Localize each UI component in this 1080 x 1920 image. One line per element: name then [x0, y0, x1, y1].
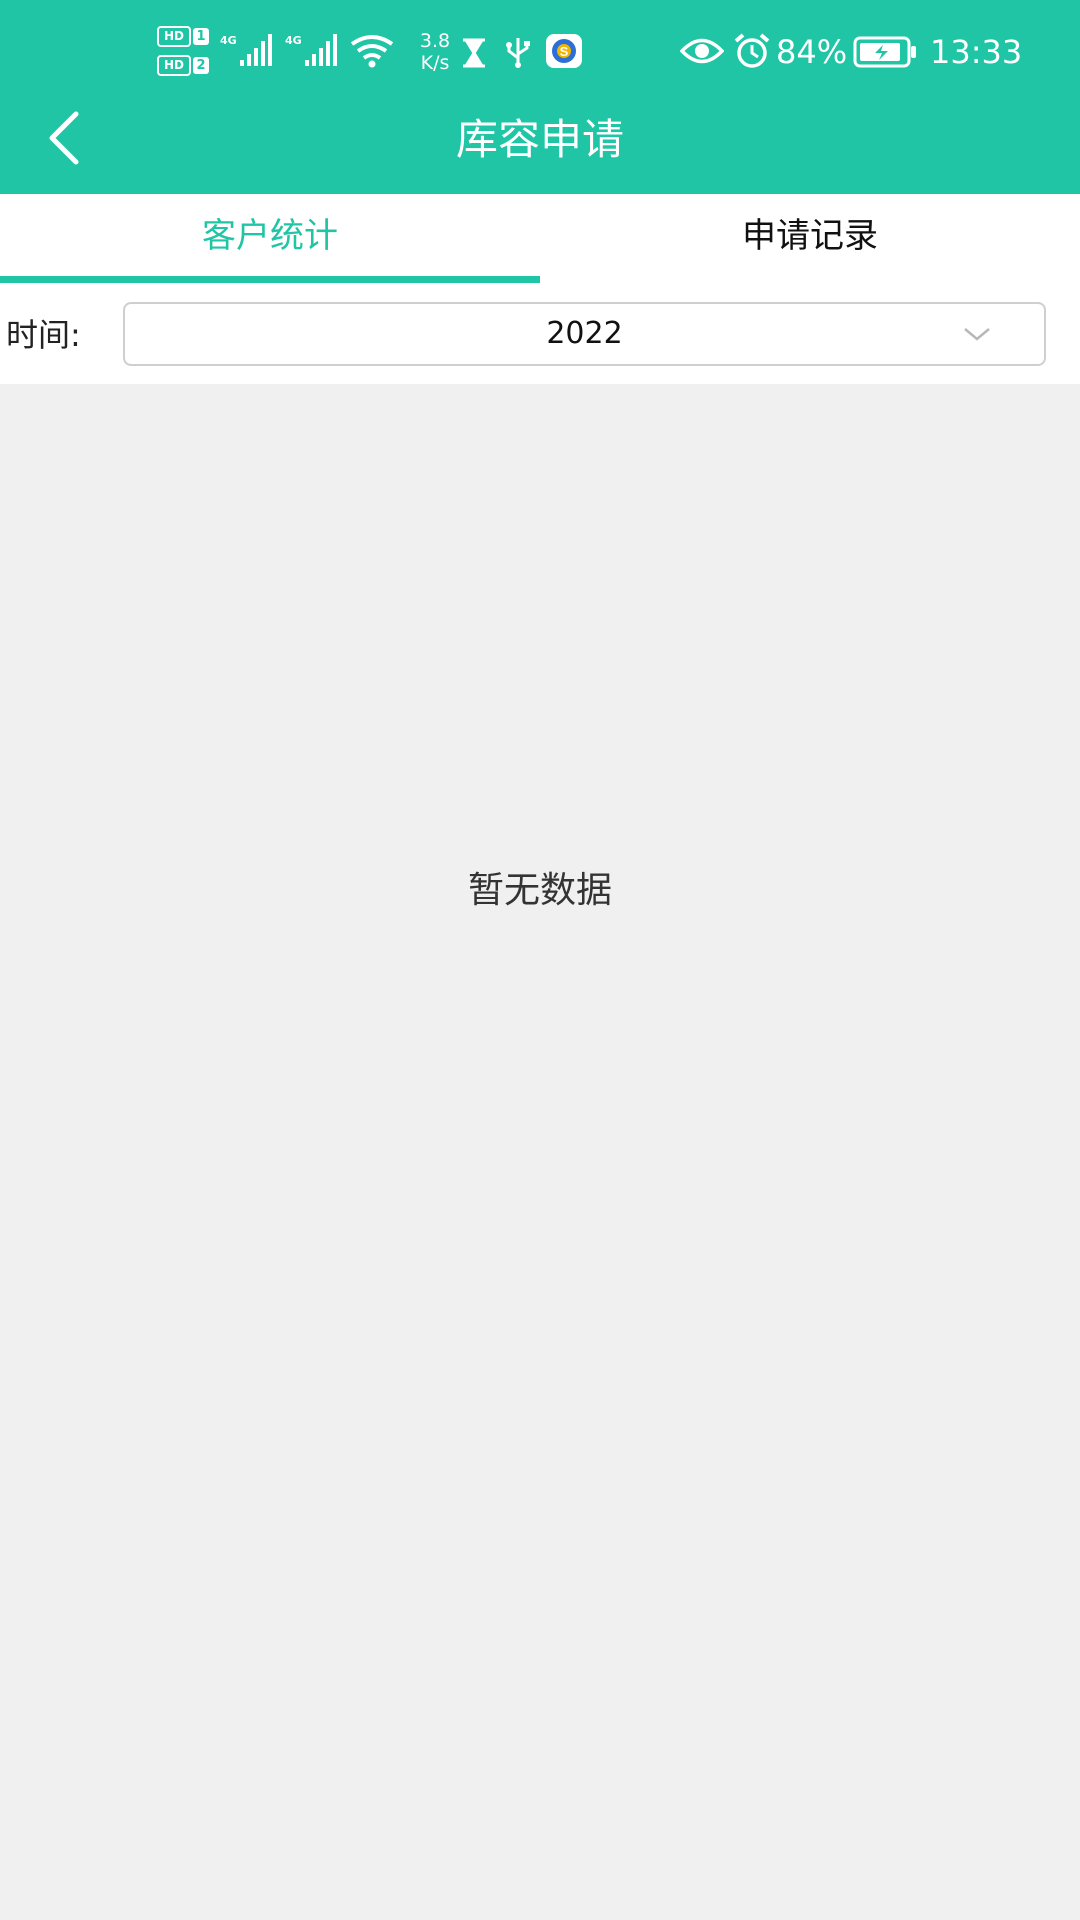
eye-icon	[680, 38, 724, 64]
tab-bar: 客户统计 申请记录	[0, 194, 1080, 286]
net-speed-unit: K/s	[420, 52, 450, 74]
signal-icon	[240, 34, 272, 66]
empty-state-text: 暂无数据	[467, 870, 612, 911]
battery-charging-icon	[853, 36, 916, 68]
sim1-slot-badge: 1	[193, 28, 209, 45]
alarm-icon	[734, 33, 770, 68]
time-filter-label: 时间:	[6, 316, 81, 354]
sim2-slot-badge: 2	[193, 57, 209, 74]
tab-customer-stats[interactable]: 客户统计	[0, 194, 540, 286]
sim1-hd-badge: HD	[157, 26, 191, 47]
year-select[interactable]: 2022	[123, 302, 1046, 366]
usb-icon	[506, 38, 530, 68]
net-speed: 3.8 K/s	[405, 30, 465, 74]
sim2-hd-badge: HD	[157, 55, 191, 76]
active-tab-indicator	[0, 276, 540, 283]
year-select-value: 2022	[546, 316, 623, 351]
wifi-icon	[350, 35, 394, 68]
lte1-label: 4G	[220, 34, 237, 47]
battery-percent: 84%	[776, 33, 848, 71]
status-clock: 13:33	[930, 33, 1023, 71]
hourglass-icon	[463, 38, 485, 68]
page-title: 库容申请	[455, 115, 624, 164]
app-icon: S	[546, 34, 582, 68]
svg-text:S: S	[560, 44, 569, 59]
signal-icon	[305, 34, 337, 66]
lte2-label: 4G	[285, 34, 302, 47]
app-header: HD 1 HD 2 4G 4G 3.8 K/s S 84% 13:33 库容申请	[0, 0, 1080, 194]
status-bar: HD 1 HD 2 4G 4G 3.8 K/s S 84% 13:33	[0, 0, 1080, 104]
chevron-down-icon	[964, 328, 990, 341]
net-speed-value: 3.8	[419, 30, 451, 52]
tab-application-records[interactable]: 申请记录	[540, 194, 1080, 286]
